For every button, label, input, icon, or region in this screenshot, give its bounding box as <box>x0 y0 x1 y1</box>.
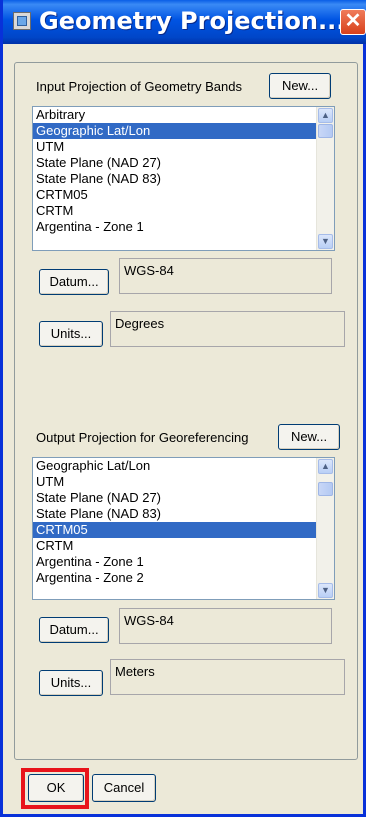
scroll-down-arrow-icon[interactable]: ▼ <box>318 234 333 249</box>
close-icon[interactable]: ✕ <box>340 9 366 35</box>
list-item[interactable]: CRTM05 <box>33 522 334 538</box>
list-item[interactable]: Argentina - Zone 1 <box>33 219 334 235</box>
output-units-field: Meters <box>110 659 345 695</box>
list-item[interactable]: Arbitrary <box>33 107 334 123</box>
list-item[interactable]: UTM <box>33 139 334 155</box>
list-item[interactable]: Geographic Lat/Lon <box>33 458 334 474</box>
input-list-scrollbar[interactable]: ▲ ▼ <box>316 107 334 250</box>
input-units-button[interactable]: Units... <box>39 321 103 347</box>
input-datum-button[interactable]: Datum... <box>39 269 109 295</box>
input-datum-field: WGS-84 <box>119 258 332 294</box>
list-item[interactable]: State Plane (NAD 83) <box>33 171 334 187</box>
list-item[interactable]: Argentina - Zone 2 <box>33 570 334 586</box>
list-item[interactable]: Geographic Lat/Lon <box>33 123 334 139</box>
input-projection-label: Input Projection of Geometry Bands <box>36 79 242 94</box>
scroll-up-arrow-icon[interactable]: ▲ <box>318 108 333 123</box>
dialog-window: Geometry Projection... ✕ Input Projectio… <box>0 0 366 817</box>
list-item[interactable]: CRTM <box>33 538 334 554</box>
output-new-button[interactable]: New... <box>278 424 340 450</box>
output-projection-label: Output Projection for Georeferencing <box>36 430 249 445</box>
scrollbar-thumb[interactable] <box>318 482 333 496</box>
input-units-field: Degrees <box>110 311 345 347</box>
title-bar[interactable]: Geometry Projection... ✕ <box>3 0 366 44</box>
input-projection-list[interactable]: Arbitrary Geographic Lat/Lon UTM State Plan… <box>32 106 335 251</box>
list-item[interactable]: Argentina - Zone 1 <box>33 554 334 570</box>
window-app-icon <box>13 12 31 30</box>
list-item[interactable]: State Plane (NAD 27) <box>33 155 334 171</box>
list-item[interactable]: CRTM05 <box>33 187 334 203</box>
ok-highlight-box <box>21 768 89 809</box>
scrollbar-thumb[interactable] <box>318 124 333 138</box>
output-datum-button[interactable]: Datum... <box>39 617 109 643</box>
output-units-button[interactable]: Units... <box>39 670 103 696</box>
scroll-down-arrow-icon[interactable]: ▼ <box>318 583 333 598</box>
output-list-scrollbar[interactable]: ▲ ▼ <box>316 458 334 599</box>
output-projection-list[interactable]: Geographic Lat/Lon UTM State Plane (NAD 27… <box>32 457 335 600</box>
input-new-button[interactable]: New... <box>269 73 331 99</box>
scroll-up-arrow-icon[interactable]: ▲ <box>318 459 333 474</box>
output-datum-field: WGS-84 <box>119 608 332 644</box>
list-item[interactable]: State Plane (NAD 27) <box>33 490 334 506</box>
cancel-button[interactable]: Cancel <box>92 774 156 802</box>
list-item[interactable]: CRTM <box>33 203 334 219</box>
list-item[interactable]: State Plane (NAD 83) <box>33 506 334 522</box>
list-item[interactable]: UTM <box>33 474 334 490</box>
window-title: Geometry Projection... <box>39 7 346 35</box>
